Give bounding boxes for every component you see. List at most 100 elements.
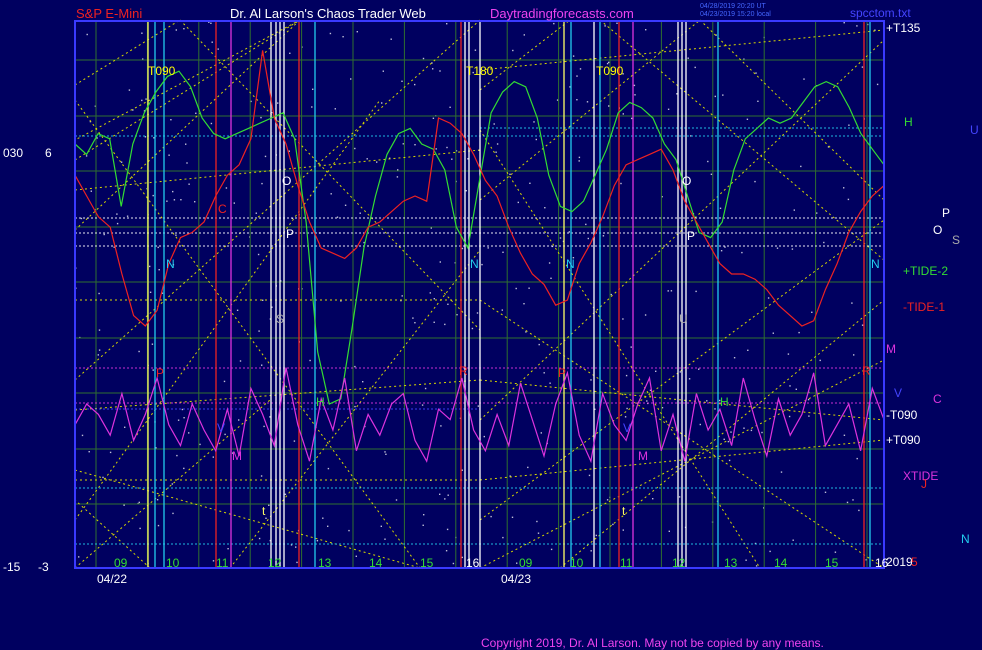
background-dot (432, 117, 435, 119)
background-dot (824, 491, 827, 493)
background-dot (289, 52, 291, 54)
background-dot (183, 28, 185, 30)
x-tick-label: 10 (570, 556, 584, 570)
background-dot (791, 248, 794, 250)
background-dot (769, 550, 771, 553)
marker-label: P (558, 366, 567, 380)
background-dot (211, 41, 213, 43)
background-dot (355, 555, 357, 557)
background-dot (767, 297, 770, 299)
background-dot (461, 469, 463, 471)
background-dot (126, 215, 129, 217)
background-dot (517, 201, 519, 204)
marker-label: V (217, 421, 226, 435)
background-dot (98, 329, 101, 331)
background-dot (465, 190, 467, 192)
background-dot (446, 528, 449, 531)
background-dot (727, 440, 730, 443)
background-dot (85, 155, 88, 157)
background-dot (381, 102, 383, 104)
background-dot (172, 512, 174, 515)
background-dot (602, 235, 605, 237)
background-dot (194, 201, 196, 203)
background-dot (445, 550, 448, 552)
background-dot (258, 537, 261, 540)
background-dot (549, 382, 551, 384)
background-dot (447, 303, 449, 305)
background-dot (258, 330, 260, 332)
background-dot (439, 493, 441, 495)
yellow-diagonal (74, 99, 381, 521)
background-dot (610, 293, 612, 296)
background-dot (676, 93, 678, 95)
background-dot (183, 417, 185, 419)
background-dot (533, 121, 535, 123)
background-dot (612, 523, 614, 526)
background-dot (755, 565, 758, 567)
background-dot (572, 55, 575, 57)
background-dot (311, 106, 313, 108)
background-dot (342, 36, 344, 38)
background-dot (401, 295, 403, 297)
background-dot (579, 68, 582, 70)
background-dots (75, 21, 879, 569)
background-dot (433, 321, 435, 323)
right-label: C (933, 392, 942, 406)
background-dot (152, 369, 154, 371)
background-dot (843, 434, 846, 436)
background-dot (780, 471, 783, 473)
marker-label: t (262, 504, 266, 518)
marker-label: N (166, 257, 175, 271)
timestamp-local: 04/23/2019 15:20 local (700, 11, 771, 18)
x-tick-label: 16 (466, 556, 480, 570)
background-dot (695, 290, 697, 293)
background-dot (501, 309, 503, 311)
background-dot (385, 453, 387, 455)
background-dot (590, 550, 592, 552)
background-dot (449, 106, 451, 108)
marker-label: T090 (148, 64, 176, 78)
background-dot (120, 161, 123, 163)
background-dot (876, 83, 879, 86)
x-tick-label: 13 (318, 556, 332, 570)
background-dot (722, 94, 724, 96)
background-dot (652, 498, 654, 500)
marker-label: H (316, 395, 325, 409)
yellow-diagonal (74, 19, 301, 231)
background-dot (412, 317, 414, 319)
background-dot (789, 385, 791, 387)
yellow-diagonal (74, 19, 481, 381)
background-dot (223, 380, 226, 383)
background-dot (312, 88, 314, 90)
background-dot (444, 498, 446, 500)
background-dot (166, 200, 168, 202)
right-label: P (942, 206, 951, 220)
background-dot (511, 516, 514, 518)
x-tick-label: 12 (672, 556, 686, 570)
background-dot (97, 354, 99, 356)
right-label: V (894, 386, 903, 400)
background-dot (366, 158, 368, 160)
yellow-diagonal (74, 149, 481, 191)
right-label: O (933, 223, 943, 237)
background-dot (233, 202, 235, 204)
background-dot (788, 415, 791, 418)
site-link[interactable]: Daytradingforecasts.com (490, 6, 634, 21)
x-tick-label: 09 (114, 556, 128, 570)
background-dot (755, 72, 757, 74)
background-dot (90, 190, 92, 192)
background-dot (816, 212, 818, 214)
background-dot (631, 117, 633, 120)
marker-label: O (682, 174, 692, 188)
background-dot (848, 124, 850, 126)
background-dot (78, 556, 80, 558)
background-dot (646, 400, 648, 402)
right-label: 5 (911, 555, 918, 569)
background-dot (757, 100, 759, 102)
background-dot (149, 265, 151, 268)
background-dot (109, 451, 112, 454)
background-dot (396, 176, 399, 178)
date-label-1: 04/22 (97, 572, 128, 586)
background-dot (525, 331, 527, 333)
background-dot (86, 33, 88, 36)
